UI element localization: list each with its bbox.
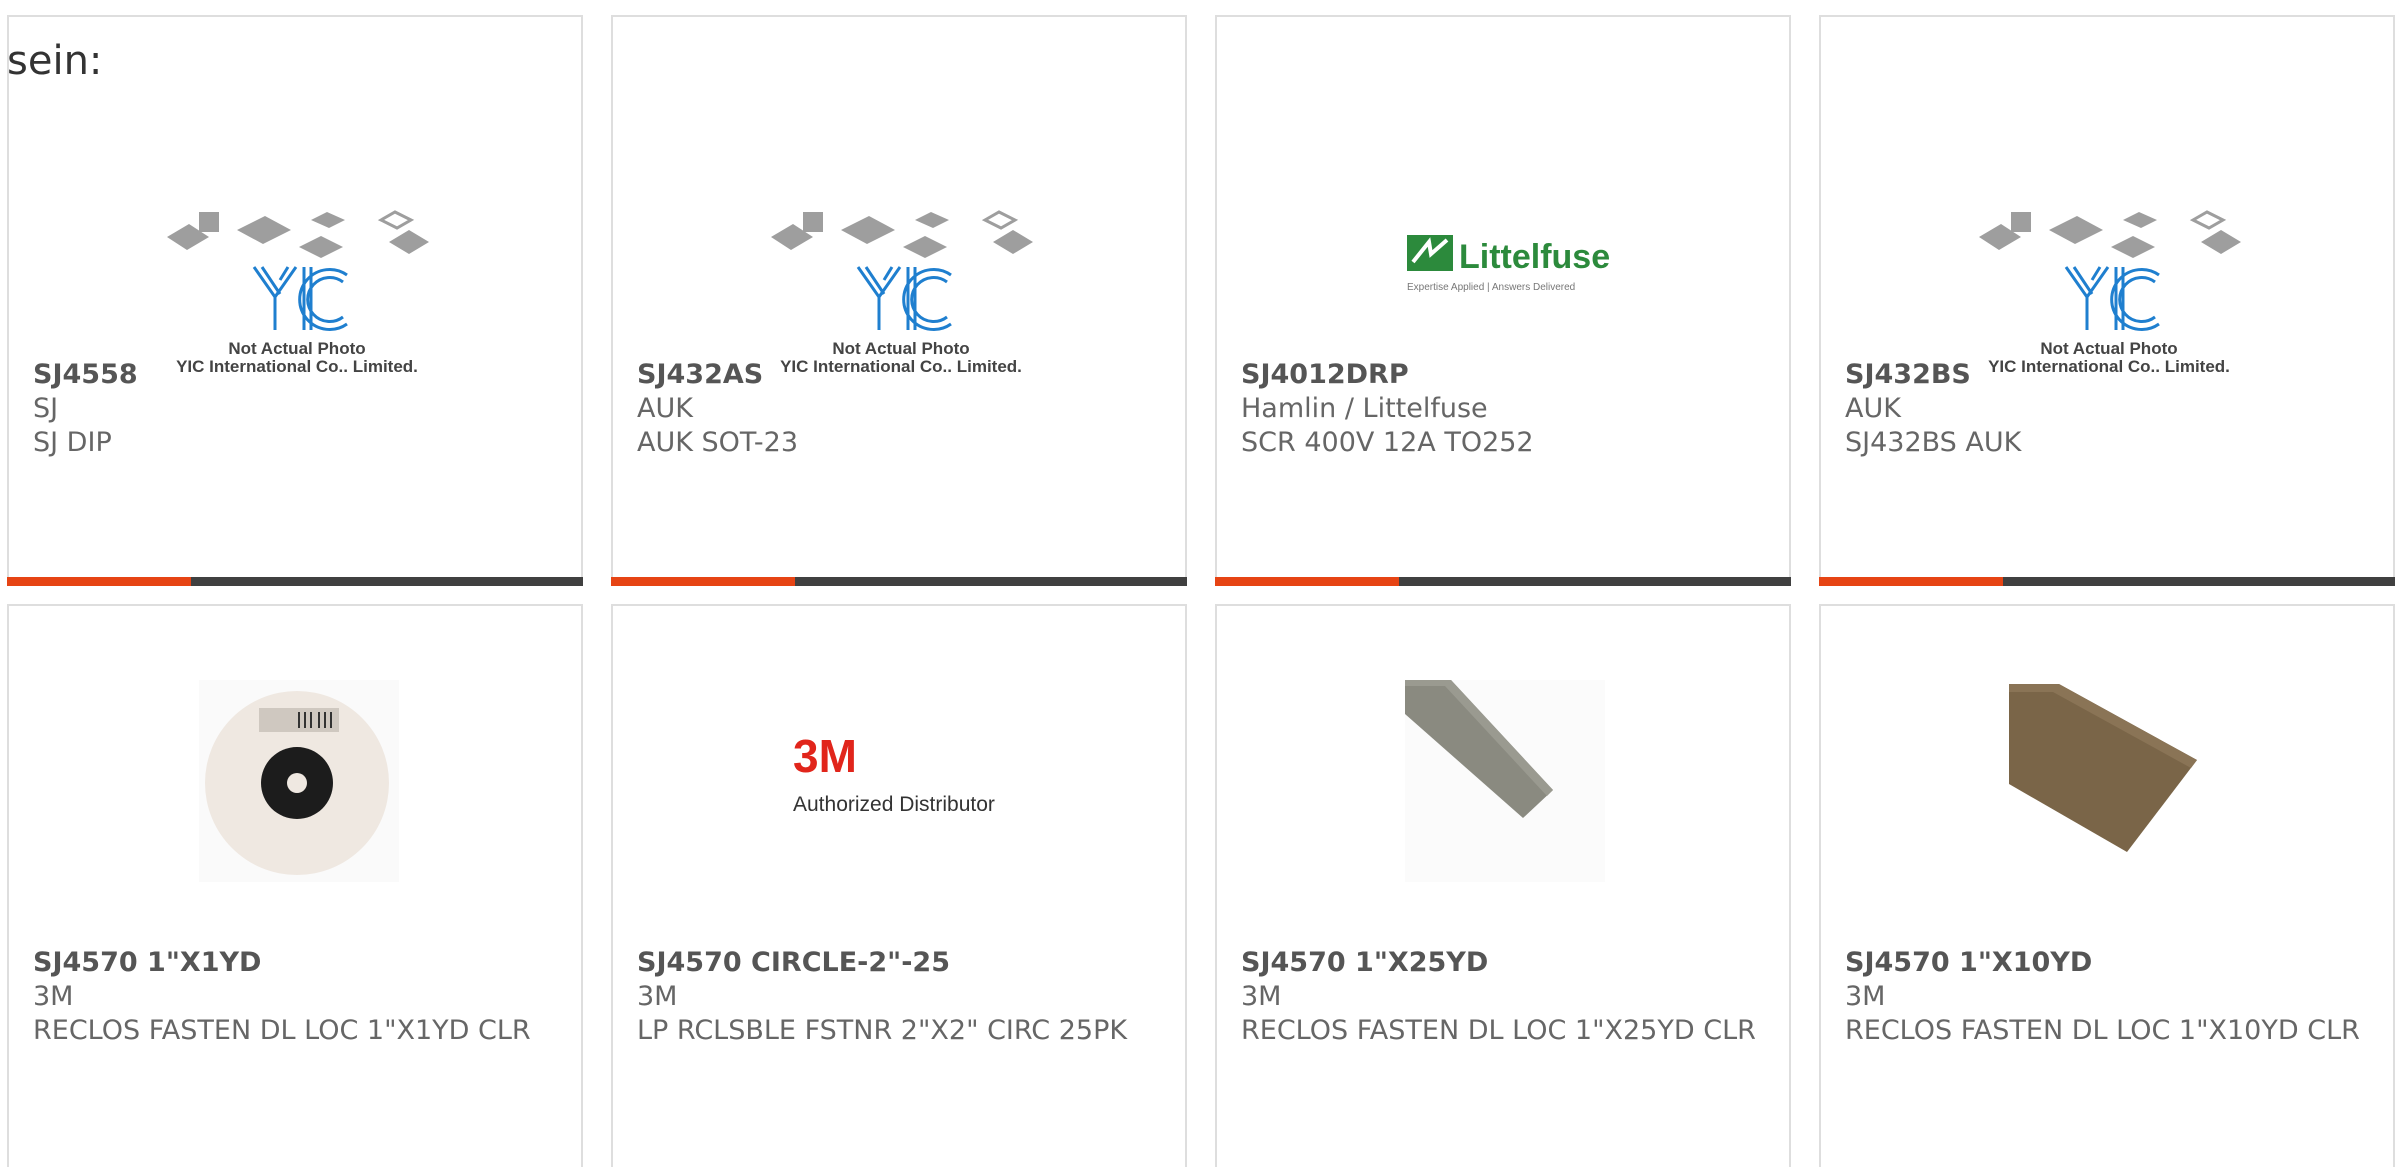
product-image[interactable] <box>9 672 581 882</box>
product-card[interactable]: 3M Authorized Distributor SJ4570 CIRCLE-… <box>611 604 1187 1167</box>
manufacturer: AUK <box>1845 393 1901 424</box>
description: RECLOS FASTEN DL LOC 1"X10YD CLR <box>1845 1015 2360 1046</box>
manufacturer: 3M <box>1845 981 1886 1012</box>
manufacturer: 3M <box>33 981 74 1012</box>
product-card[interactable]: Not Actual Photo YIC International Co., … <box>7 15 583 586</box>
part-number[interactable]: SJ4558 <box>33 358 561 392</box>
description: SCR 400V 12A TO252 <box>1241 427 1534 458</box>
description: SJ DIP <box>33 427 112 458</box>
littelfuse-wordmark: Littelfuse <box>1459 238 1610 276</box>
part-number[interactable]: SJ4570 CIRCLE-2"-25 <box>637 946 1165 980</box>
part-number[interactable]: SJ4570 1"X25YD <box>1241 946 1769 980</box>
littelfuse-logo-icon: Littelfuse Expertise Applied | Answers D… <box>1407 235 1610 293</box>
accent-bar <box>7 577 191 586</box>
manufacturer: 3M <box>637 981 678 1012</box>
card-footer-bar <box>1215 577 1791 586</box>
manufacturer: AUK <box>637 393 693 424</box>
card-footer-bar <box>611 577 1187 586</box>
part-number[interactable]: SJ4570 1"X1YD <box>33 946 561 980</box>
description: RECLOS FASTEN DL LOC 1"X1YD CLR <box>33 1015 531 1046</box>
description: RECLOS FASTEN DL LOC 1"X25YD CLR <box>1241 1015 1756 1046</box>
accent-bar <box>611 577 795 586</box>
manufacturer: SJ <box>33 393 59 424</box>
product-image[interactable]: 3M Authorized Distributor <box>613 672 1185 882</box>
part-number[interactable]: SJ4012DRP <box>1241 358 1769 392</box>
product-image[interactable] <box>1217 672 1789 882</box>
3m-logo-icon: 3M <box>793 730 857 782</box>
littelfuse-tagline: Expertise Applied | Answers Delivered <box>1407 282 1575 293</box>
not-actual-photo-label: Not Actual Photo <box>228 339 365 358</box>
product-image[interactable]: Not Actual Photo YIC International Co., … <box>9 102 581 376</box>
not-actual-photo-label: Not Actual Photo <box>2040 339 2177 358</box>
part-number[interactable]: SJ432AS <box>637 358 1165 392</box>
not-actual-photo-label: Not Actual Photo <box>832 339 969 358</box>
card-footer-bar <box>1819 577 2395 586</box>
product-image[interactable]: Not Actual Photo YIC International Co., … <box>613 102 1185 376</box>
part-number[interactable]: SJ4570 1"X10YD <box>1845 946 2373 980</box>
manufacturer: 3M <box>1241 981 1282 1012</box>
description: AUK SOT-23 <box>637 427 799 458</box>
product-card[interactable]: Not Actual Photo YIC International Co., … <box>1819 15 2395 586</box>
product-card[interactable]: Littelfuse Expertise Applied | Answers D… <box>1215 15 1791 586</box>
manufacturer: Hamlin / Littelfuse <box>1241 393 1488 424</box>
product-card[interactable]: SJ4570 1"X10YD 3M RECLOS FASTEN DL LOC 1… <box>1819 604 2395 1167</box>
product-image[interactable]: Littelfuse Expertise Applied | Answers D… <box>1217 102 1789 372</box>
part-number[interactable]: SJ432BS <box>1845 358 2373 392</box>
accent-bar <box>1215 577 1399 586</box>
intro-text: sein: <box>7 38 103 84</box>
product-card[interactable]: SJ4570 1"X25YD 3M RECLOS FASTEN DL LOC 1… <box>1215 604 1791 1167</box>
accent-bar <box>1819 577 2003 586</box>
card-footer-bar <box>7 577 583 586</box>
product-image[interactable] <box>1821 672 2393 882</box>
product-image[interactable]: Not Actual Photo YIC International Co., … <box>1821 102 2393 376</box>
authorized-distributor-label: Authorized Distributor <box>793 793 995 816</box>
product-card[interactable]: SJ4570 1"X1YD 3M RECLOS FASTEN DL LOC 1"… <box>7 604 583 1167</box>
description: SJ432BS AUK <box>1845 427 2022 458</box>
description: LP RCLSBLE FSTNR 2"X2" CIRC 25PK <box>637 1015 1128 1046</box>
product-card[interactable]: Not Actual Photo YIC International Co., … <box>611 15 1187 586</box>
